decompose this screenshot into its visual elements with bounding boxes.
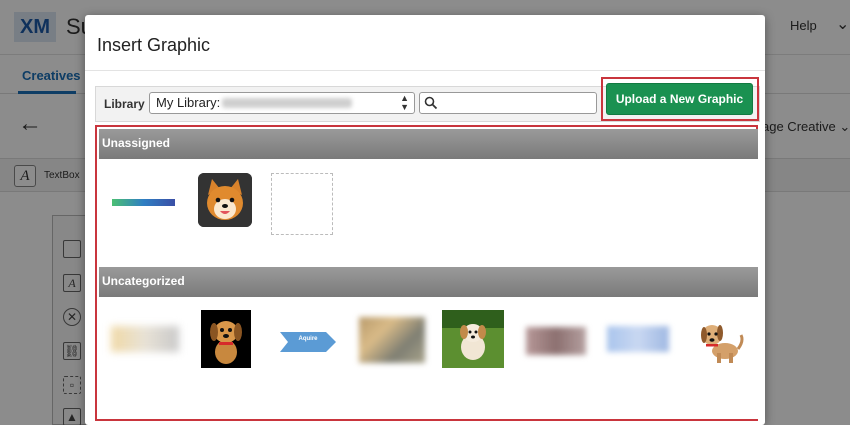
- section-header-uncategorized[interactable]: Uncategorized: [99, 267, 758, 297]
- dog-icon: [695, 315, 745, 365]
- graphic-search-input[interactable]: [419, 92, 597, 114]
- chevron-arrow-icon: [280, 332, 336, 352]
- upload-new-graphic-button[interactable]: Upload a New Graphic: [606, 83, 753, 115]
- graphic-thumb-cartoon-dog-white[interactable]: [695, 315, 745, 365]
- graphic-thumb-puppy-photo[interactable]: [442, 310, 504, 368]
- modal-header: Insert Graphic: [85, 15, 765, 71]
- graphic-thumb-blurred-2[interactable]: [359, 317, 425, 363]
- section-body-uncategorized: Aquire: [99, 297, 758, 419]
- library-label: Library: [104, 97, 145, 111]
- graphic-thumb-blurred-1[interactable]: [111, 326, 179, 352]
- select-arrows-icon: ▲ ▼: [400, 93, 409, 112]
- dog-icon: [201, 310, 251, 368]
- insert-graphic-modal: Insert Graphic Library My Library: ▲ ▼ Up…: [85, 15, 765, 425]
- graphic-thumb-gradient-line[interactable]: [112, 199, 175, 206]
- search-icon: [424, 96, 438, 110]
- graphic-thumb-blurred-4[interactable]: [607, 326, 669, 352]
- graphic-thumb-cartoon-dog-black[interactable]: [201, 310, 251, 368]
- acquire-label: Aquire: [298, 336, 318, 342]
- graphic-thumb-shiba[interactable]: [198, 173, 252, 227]
- shiba-icon: [198, 173, 252, 227]
- graphic-thumb-blurred-3[interactable]: [526, 327, 586, 355]
- library-select[interactable]: My Library: ▲ ▼: [149, 92, 415, 114]
- graphic-thumb-empty[interactable]: [271, 173, 333, 235]
- puppy-photo-icon: [442, 310, 504, 368]
- redacted-library-name: [222, 98, 352, 108]
- modal-title: Insert Graphic: [97, 35, 211, 55]
- graphic-thumb-acquire-arrow[interactable]: Aquire: [280, 332, 336, 352]
- section-body-unassigned: [99, 159, 758, 267]
- section-header-unassigned[interactable]: Unassigned: [99, 129, 758, 159]
- library-select-value: My Library:: [156, 95, 221, 110]
- graphics-gallery: Unassigned Uncategorized Aquire: [95, 125, 758, 421]
